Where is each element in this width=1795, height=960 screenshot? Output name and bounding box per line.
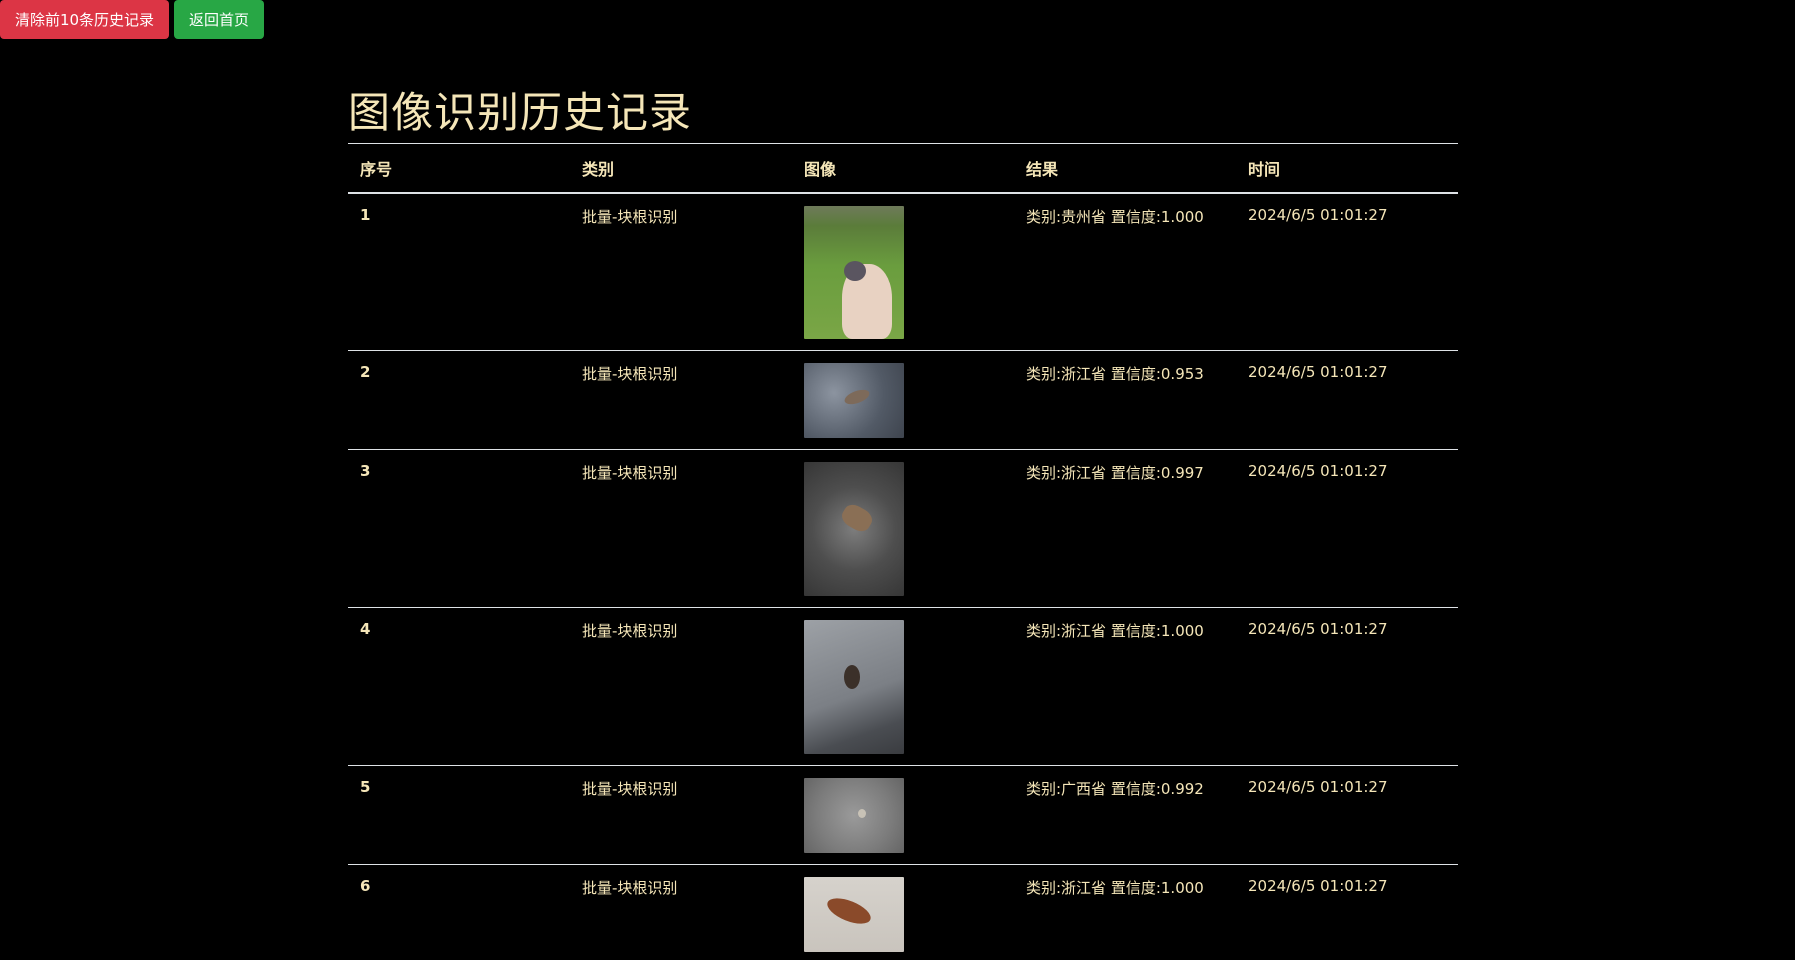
row-time: 2024/6/5 01:01:27 xyxy=(1236,449,1458,608)
row-category: 批量-块根识别 xyxy=(570,193,792,351)
row-index: 6 xyxy=(348,864,570,960)
header-result: 结果 xyxy=(1014,143,1236,194)
table-row: 4 批量-块根识别 类别:浙江省 置信度:1.000 2024/6/5 01:0… xyxy=(348,607,1458,766)
thumbnail-image xyxy=(804,206,904,339)
row-image-cell xyxy=(792,864,1014,960)
clear-history-button[interactable]: 清除前10条历史记录 xyxy=(0,0,169,39)
header-time: 时间 xyxy=(1236,143,1458,194)
thumbnail-image xyxy=(804,620,904,754)
top-toolbar: 清除前10条历史记录 返回首页 xyxy=(0,0,264,39)
row-time: 2024/6/5 01:01:27 xyxy=(1236,607,1458,766)
row-image-cell xyxy=(792,193,1014,351)
row-category: 批量-块根识别 xyxy=(570,607,792,766)
thumbnail-image xyxy=(804,363,904,438)
row-result: 类别:浙江省 置信度:1.000 xyxy=(1014,864,1236,960)
row-index: 3 xyxy=(348,449,570,608)
header-image: 图像 xyxy=(792,143,1014,194)
row-index: 5 xyxy=(348,765,570,865)
row-index: 1 xyxy=(348,193,570,351)
history-page: 清除前10条历史记录 返回首页 图像识别历史记录 序号 类别 图像 结果 时间 … xyxy=(0,0,1795,960)
row-category: 批量-块根识别 xyxy=(570,449,792,608)
row-result: 类别:贵州省 置信度:1.000 xyxy=(1014,193,1236,351)
row-image-cell xyxy=(792,765,1014,865)
row-image-cell xyxy=(792,449,1014,608)
table-row: 2 批量-块根识别 类别:浙江省 置信度:0.953 2024/6/5 01:0… xyxy=(348,350,1458,450)
row-category: 批量-块根识别 xyxy=(570,350,792,450)
table-row: 3 批量-块根识别 类别:浙江省 置信度:0.997 2024/6/5 01:0… xyxy=(348,449,1458,608)
row-result: 类别:浙江省 置信度:0.997 xyxy=(1014,449,1236,608)
header-index: 序号 xyxy=(348,143,570,194)
row-result: 类别:浙江省 置信度:1.000 xyxy=(1014,607,1236,766)
row-result: 类别:广西省 置信度:0.992 xyxy=(1014,765,1236,865)
back-home-button[interactable]: 返回首页 xyxy=(174,0,264,39)
history-content: 图像识别历史记录 序号 类别 图像 结果 时间 1 批量-块根识别 类别:贵州省… xyxy=(348,80,1458,960)
row-index: 4 xyxy=(348,607,570,766)
row-image-cell xyxy=(792,607,1014,766)
header-category: 类别 xyxy=(570,143,792,194)
thumbnail-image xyxy=(804,462,904,596)
row-image-cell xyxy=(792,350,1014,450)
table-header-row: 序号 类别 图像 结果 时间 xyxy=(348,143,1458,194)
table-row: 5 批量-块根识别 类别:广西省 置信度:0.992 2024/6/5 01:0… xyxy=(348,765,1458,865)
thumbnail-image xyxy=(804,778,904,853)
row-time: 2024/6/5 01:01:27 xyxy=(1236,193,1458,351)
row-category: 批量-块根识别 xyxy=(570,765,792,865)
row-time: 2024/6/5 01:01:27 xyxy=(1236,864,1458,960)
table-row: 6 批量-块根识别 类别:浙江省 置信度:1.000 2024/6/5 01:0… xyxy=(348,864,1458,960)
table-row: 1 批量-块根识别 类别:贵州省 置信度:1.000 2024/6/5 01:0… xyxy=(348,193,1458,351)
row-time: 2024/6/5 01:01:27 xyxy=(1236,350,1458,450)
history-table: 序号 类别 图像 结果 时间 1 批量-块根识别 类别:贵州省 置信度:1.00… xyxy=(348,143,1458,960)
row-category: 批量-块根识别 xyxy=(570,864,792,960)
row-index: 2 xyxy=(348,350,570,450)
page-title: 图像识别历史记录 xyxy=(348,88,693,137)
row-result: 类别:浙江省 置信度:0.953 xyxy=(1014,350,1236,450)
thumbnail-image xyxy=(804,877,904,952)
row-time: 2024/6/5 01:01:27 xyxy=(1236,765,1458,865)
